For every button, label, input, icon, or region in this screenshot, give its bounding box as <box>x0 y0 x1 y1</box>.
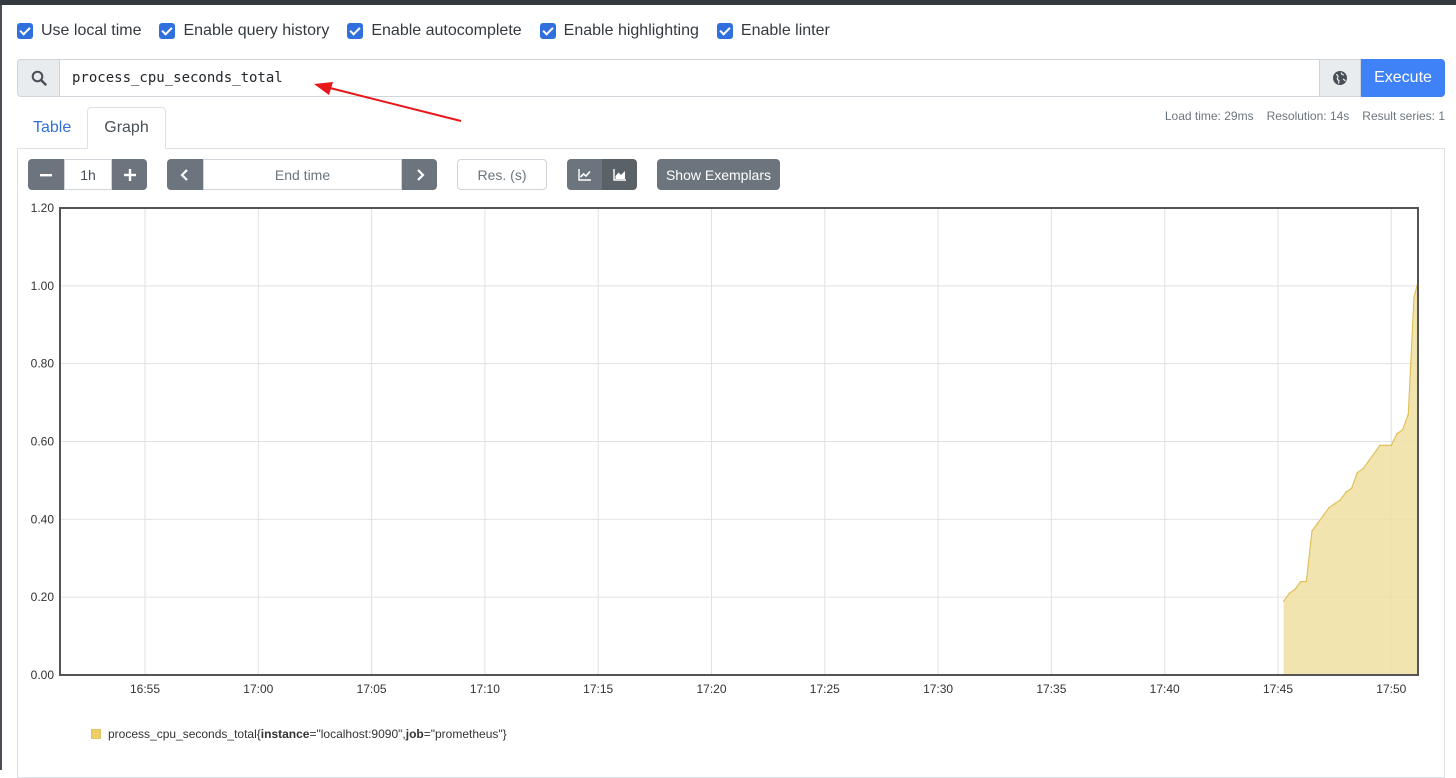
series-point <box>1322 514 1325 517</box>
series-point <box>1413 296 1415 299</box>
chart-legend[interactable]: process_cpu_seconds_total{instance ="loca… <box>91 727 507 741</box>
legend-label-key: job <box>405 727 424 741</box>
series-point <box>1299 580 1302 583</box>
chart-series <box>1282 281 1419 675</box>
series-area <box>1283 281 1418 675</box>
y-axis-ticks: 0.00 0.20 0.40 0.60 0.80 1.00 1.20 <box>31 201 55 682</box>
legend-label-key: instance <box>260 727 310 741</box>
series-point <box>1288 592 1291 595</box>
series-point <box>1367 460 1370 462</box>
x-tick-label: 17:05 <box>357 682 387 696</box>
series-point <box>1362 467 1364 470</box>
x-tick-label: 17:30 <box>923 682 953 696</box>
series-point <box>1384 444 1387 447</box>
legend-label-value: ="prometheus" <box>423 727 503 741</box>
y-tick-label: 1.20 <box>31 201 55 215</box>
series-point <box>1407 413 1410 416</box>
x-tick-label: 16:55 <box>130 682 160 696</box>
y-tick-label: 0.80 <box>31 357 55 371</box>
series-point <box>1294 588 1296 591</box>
y-tick-label: 0.20 <box>31 590 55 604</box>
legend-swatch <box>91 729 101 739</box>
tab-graph[interactable]: Graph <box>87 107 166 149</box>
chart-grid <box>60 207 1418 676</box>
x-tick-label: 17:20 <box>696 682 726 696</box>
y-tick-label: 0.00 <box>31 668 55 682</box>
legend-label-value: ="localhost:9090", <box>309 727 406 741</box>
legend-brace-close: } <box>502 727 507 741</box>
x-tick-label: 17:25 <box>810 682 840 696</box>
y-tick-label: 0.40 <box>31 512 55 526</box>
x-tick-label: 17:10 <box>470 682 500 696</box>
x-tick-label: 17:35 <box>1036 682 1066 696</box>
series-point <box>1390 444 1393 447</box>
series-point <box>1316 522 1319 525</box>
series-point <box>1350 487 1353 490</box>
x-axis-ticks: 16:55 17:00 17:05 17:10 17:15 17:20 17:25 17:30… <box>130 682 1407 696</box>
series-point <box>1305 580 1308 583</box>
x-tick-label: 17:40 <box>1150 682 1180 696</box>
x-tick-label: 17:00 <box>243 682 273 696</box>
series-point <box>1311 530 1313 532</box>
series-point <box>1282 600 1285 602</box>
series-point <box>1396 432 1398 435</box>
legend-metric: process_cpu_seconds_total <box>108 727 257 741</box>
graph-chart: 0.000.200.400.600.801.001.20 16:55 17:00 1… <box>31 201 1419 696</box>
series-point <box>1339 499 1342 501</box>
series-point <box>1356 471 1359 474</box>
x-tick-label: 17:45 <box>1263 682 1293 696</box>
series-point <box>1373 452 1376 454</box>
series-point <box>1401 429 1404 431</box>
y-tick-label: 1.00 <box>31 279 55 293</box>
series-point <box>1345 491 1347 493</box>
series-point <box>1328 506 1330 509</box>
x-tick-label: 17:15 <box>583 682 613 696</box>
y-tick-label: 0.60 <box>31 435 55 449</box>
x-tick-label: 17:50 <box>1376 682 1406 696</box>
series-point <box>1333 502 1336 505</box>
series-point <box>1379 444 1381 447</box>
